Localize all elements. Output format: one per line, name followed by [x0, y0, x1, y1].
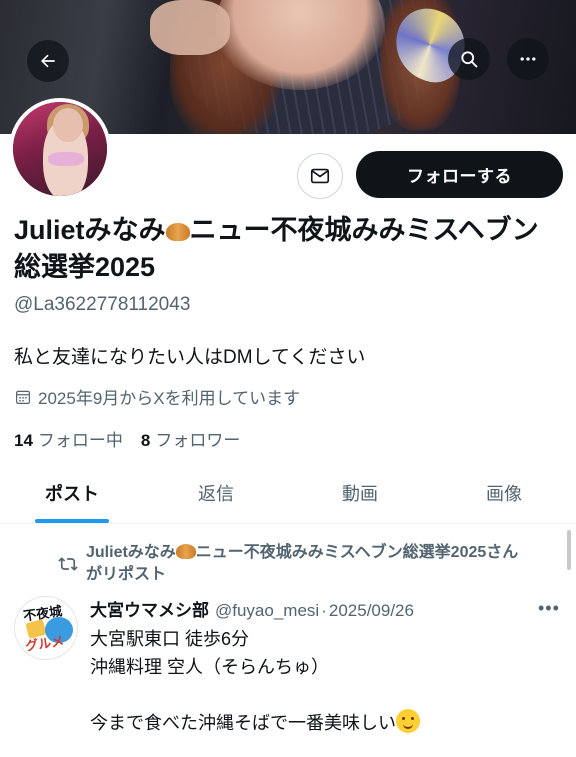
post-line: 大宮駅東口 徒歩6分 [90, 629, 250, 649]
profile-handle: @La3622778112043 [14, 294, 191, 315]
following-link[interactable]: 14 フォロー中 [14, 426, 123, 451]
followers-count: 8 [140, 431, 151, 450]
more-horizontal-icon [520, 57, 536, 61]
following-count: 14 [14, 431, 33, 450]
search-icon [461, 51, 478, 68]
post-author-handle[interactable]: @fuyao_mesi [215, 601, 319, 620]
tab-replies[interactable]: 返信 [144, 462, 288, 523]
tab-media[interactable]: 画像 [432, 462, 576, 523]
profile-bio: 私と友達になりたい人はDMしてください [14, 347, 366, 368]
post-line-with-emoji: 今まで食べた沖縄そばで一番美味しい [90, 709, 560, 737]
profile-tabs: ポスト 返信 動画 画像 [0, 462, 576, 524]
reposter-name: Julietみなみ [86, 544, 176, 561]
post-more-icon[interactable]: ••• [538, 598, 560, 619]
post-author-avatar[interactable]: 不夜城 グルメ [14, 596, 78, 660]
followers-link[interactable]: 8 フォロワー [141, 426, 240, 451]
display-name-text: Julietみなみ [14, 215, 166, 245]
back-button[interactable] [27, 40, 69, 82]
avatar-outfit [48, 152, 84, 166]
post-line: 今まで食べた沖縄そばで一番美味しい [90, 713, 396, 733]
post-header: 大宮ウマメシ部 @fuyao_mesi · 2025/09/26 [90, 596, 530, 621]
search-button[interactable] [448, 38, 490, 80]
repost-text[interactable]: Julietみなみ ニュー不夜城みみミスヘブン総選挙2025さんがリポスト [86, 542, 526, 586]
followers-label: フォロワー [155, 431, 241, 450]
calendar-icon [16, 390, 30, 404]
tab-posts[interactable]: ポスト [0, 462, 144, 523]
tab-videos[interactable]: 動画 [288, 462, 432, 523]
scrollbar[interactable] [567, 530, 571, 570]
banner-hand [150, 0, 230, 55]
avatar-face [53, 108, 83, 142]
post-date[interactable]: 2025/09/26 [329, 601, 414, 620]
message-button[interactable] [297, 153, 343, 199]
repost-icon [58, 557, 78, 571]
joined-text: 2025年9月からXを利用しています [38, 389, 301, 408]
repost-indicator: Julietみなみ ニュー不夜城みみミスヘブン総選挙2025さんがリポスト [56, 542, 526, 586]
more-options-button[interactable] [507, 38, 549, 80]
follow-button[interactable]: フォローする [356, 151, 563, 198]
repost-icon-wrap [56, 542, 86, 586]
joined-date: 2025年9月からXを利用しています [14, 384, 300, 409]
profile-display-name: Julietみなみ ニュー不夜城みみミスヘブン総選挙2025 [14, 212, 559, 286]
profile-avatar[interactable] [9, 98, 111, 200]
avatar-logo-text-bottom: グルメ [24, 633, 66, 654]
post-author-name[interactable]: 大宮ウマメシ部 [90, 601, 209, 620]
envelope-icon [310, 168, 330, 184]
croissant-emoji-icon [175, 544, 196, 559]
post-separator: · [321, 601, 327, 620]
post-line: 沖縄料理 空人（そらんちゅ） [90, 657, 329, 677]
smiling-face-emoji-icon [396, 709, 420, 733]
post-text: 大宮駅東口 徒歩6分 沖縄料理 空人（そらんちゅ） 今まで食べた沖縄そばで一番美… [90, 625, 560, 737]
croissant-emoji-icon [165, 223, 190, 241]
follow-stats: 14 フォロー中 8 フォロワー [14, 426, 240, 451]
following-label: フォロー中 [37, 431, 123, 450]
post-line [90, 681, 560, 709]
arrow-left-icon [41, 54, 55, 68]
